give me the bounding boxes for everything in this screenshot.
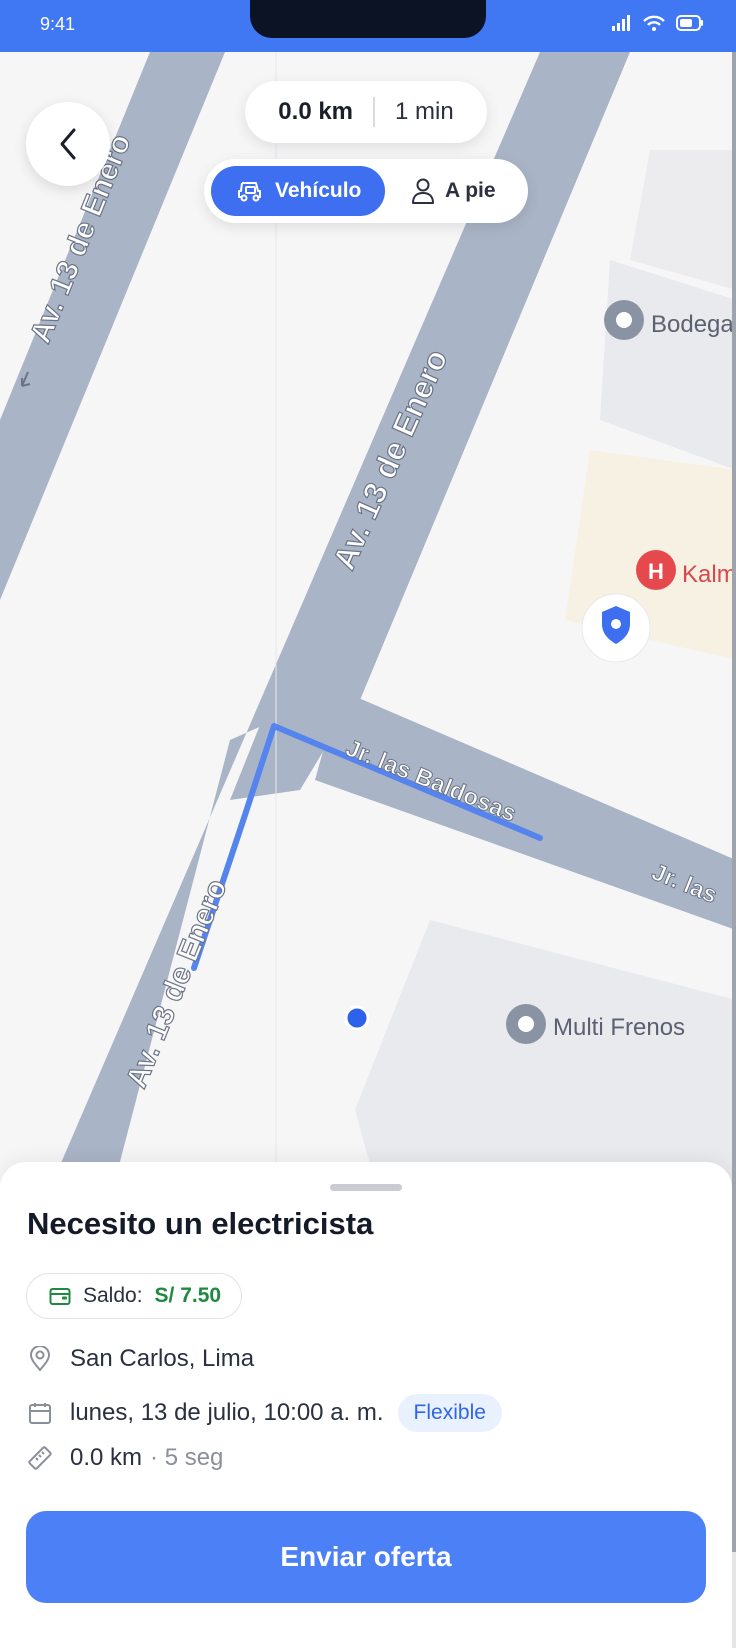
balance-label: Saldo: <box>83 1284 143 1307</box>
back-chevron-icon <box>60 128 76 160</box>
signal-icon <box>612 15 630 31</box>
location-text: San Carlos, Lima <box>70 1345 255 1372</box>
svg-text:H: H <box>648 559 664 584</box>
mode-walk-label: A pie <box>445 179 496 202</box>
status-icons <box>612 14 704 32</box>
person-icon <box>412 178 434 204</box>
place-label: Bodega <box>651 311 734 338</box>
wallet-icon <box>49 1288 71 1305</box>
building <box>630 150 736 290</box>
building <box>600 260 736 470</box>
location-pin-icon <box>26 1346 54 1372</box>
notch <box>250 0 486 38</box>
datetime-row: lunes, 13 de julio, 10:00 a. m. Flexible <box>26 1394 502 1432</box>
calendar-icon <box>26 1401 54 1425</box>
mode-vehicle-button[interactable]: Vehículo <box>211 166 385 216</box>
bottom-sheet: Necesito un electricista Saldo: S/ 7.50 … <box>0 1162 732 1648</box>
route-summary-pill: 0.0 km 1 min <box>245 81 487 143</box>
battery-icon <box>676 15 703 31</box>
sheet-drag-handle[interactable] <box>330 1184 402 1191</box>
mode-walk-button[interactable]: A pie <box>405 166 521 216</box>
location-row: San Carlos, Lima <box>26 1345 254 1373</box>
eta-text: · 5 seg <box>150 1444 224 1471</box>
mode-vehicle-label: Vehículo <box>275 179 362 202</box>
car-icon <box>238 182 261 202</box>
user-location-dot <box>344 1005 370 1031</box>
service-marker-icon[interactable] <box>581 593 651 663</box>
scrollbar-thumb[interactable] <box>732 52 736 1552</box>
route-duration: 1 min <box>395 98 454 125</box>
place-label: Multi Frenos <box>553 1014 685 1041</box>
datetime-text: lunes, 13 de julio, 10:00 a. m. <box>70 1399 384 1426</box>
back-button[interactable] <box>26 102 110 186</box>
status-time: 9:41 <box>40 14 76 34</box>
travel-mode-toggle: Vehículo A pie <box>204 159 528 223</box>
balance-badge: Saldo: S/ 7.50 <box>26 1273 243 1319</box>
balance-amount: S/ 7.50 <box>154 1284 222 1307</box>
flexible-badge: Flexible <box>397 1394 502 1432</box>
distance-row: 0.0 km · 5 seg <box>26 1444 223 1472</box>
distance-text: 0.0 km <box>70 1444 143 1471</box>
wifi-icon <box>643 15 665 31</box>
place-label: Kalm <box>682 561 736 588</box>
status-bar: 9:41 <box>0 0 736 52</box>
ruler-icon <box>26 1445 54 1471</box>
send-offer-button[interactable]: Enviar oferta <box>26 1511 706 1603</box>
route-distance: 0.0 km <box>278 98 354 125</box>
road-jr-las-baldosas <box>315 690 736 930</box>
building <box>355 920 736 1200</box>
request-title: Necesito un electricista <box>27 1206 374 1241</box>
